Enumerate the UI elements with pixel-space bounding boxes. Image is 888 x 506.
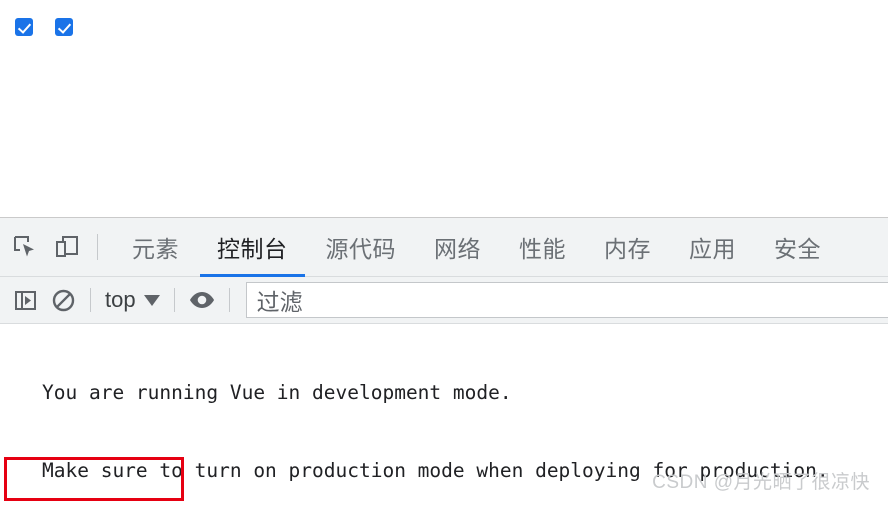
tab-label: 性能 — [519, 236, 566, 262]
console-filter-input[interactable]: 过滤 — [245, 282, 888, 318]
devtools-panel: 元素 控制台 源代码 网络 性能 内存 应用 安全 top 过滤 You are… — [0, 217, 888, 506]
tab-label: 控制台 — [217, 236, 288, 262]
tab-sources[interactable]: 源代码 — [307, 218, 416, 277]
filter-placeholder-text: 过滤 — [256, 289, 303, 315]
console-toolbar-divider-2 — [173, 288, 175, 312]
tab-application[interactable]: 应用 — [670, 218, 755, 277]
tab-label: 源代码 — [325, 236, 396, 262]
console-message-line: You are running Vue in development mode. — [42, 381, 512, 404]
tab-console[interactable]: 控制台 — [198, 218, 307, 277]
clear-console-icon[interactable] — [44, 281, 82, 319]
web-page-viewport — [0, 0, 888, 217]
tab-label: 应用 — [689, 236, 736, 262]
checkbox-group — [15, 18, 73, 36]
tab-label: 内存 — [604, 236, 651, 262]
devtools-tabstrip: 元素 控制台 源代码 网络 性能 内存 应用 安全 — [0, 218, 888, 277]
tab-performance[interactable]: 性能 — [500, 218, 585, 277]
console-toolbar: top 过滤 — [0, 277, 888, 324]
tab-network[interactable]: 网络 — [415, 218, 500, 277]
tab-elements[interactable]: 元素 — [113, 218, 198, 277]
console-toolbar-divider-1 — [90, 288, 91, 312]
execution-context-label: top — [105, 287, 136, 312]
devtools-tabs: 元素 控制台 源代码 网络 性能 内存 应用 安全 — [113, 218, 840, 277]
tab-label: 元素 — [132, 236, 179, 262]
checkbox-1[interactable] — [15, 18, 33, 36]
tab-memory[interactable]: 内存 — [585, 218, 670, 277]
chevron-down-icon — [143, 294, 160, 306]
execution-context-selector[interactable]: top — [99, 287, 166, 313]
checkbox-2[interactable] — [55, 18, 73, 36]
inspect-element-icon[interactable] — [4, 226, 46, 268]
live-expression-eye-icon[interactable] — [183, 281, 221, 319]
console-sidebar-icon[interactable] — [6, 281, 44, 319]
tab-label: 安全 — [774, 236, 821, 262]
tab-label: 网络 — [434, 236, 481, 262]
console-toolbar-divider-3 — [228, 288, 230, 312]
device-toolbar-icon[interactable] — [46, 226, 88, 268]
tab-security[interactable]: 安全 — [755, 218, 840, 277]
toolbar-divider — [97, 234, 98, 260]
csdn-watermark: CSDN @月光晒了很凉快 — [652, 472, 870, 493]
